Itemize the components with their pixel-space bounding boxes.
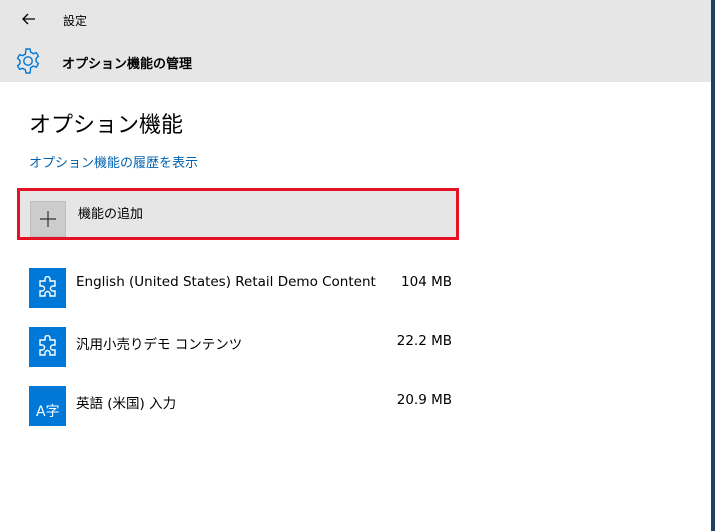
feature-history-link[interactable]: オプション機能の履歴を表示 <box>29 152 198 171</box>
page-header: オプション機能の管理 <box>0 40 711 82</box>
svg-text:A字: A字 <box>36 404 60 420</box>
feature-name: English (United States) Retail Demo Cont… <box>76 274 376 290</box>
add-feature-label: 機能の追加 <box>78 207 144 222</box>
puzzle-icon <box>29 268 66 308</box>
back-button[interactable] <box>18 8 40 30</box>
header-title: オプション機能の管理 <box>62 57 193 72</box>
feature-name: 汎用小売りデモ コンテンツ <box>76 337 243 353</box>
language-icon: A字 <box>29 386 66 426</box>
back-arrow-icon <box>22 13 35 25</box>
plus-icon <box>30 201 66 237</box>
feature-name: 英語 (米国) 入力 <box>76 396 177 412</box>
title-bar: 設定 <box>0 0 711 40</box>
gear-icon <box>16 48 40 74</box>
feature-size: 20.9 MB <box>396 392 452 408</box>
feature-item-english-input[interactable]: A字 英語 (米国) 入力 20.9 MB <box>29 386 459 426</box>
feature-item-retail-demo[interactable]: 汎用小売りデモ コンテンツ 22.2 MB <box>29 327 459 367</box>
app-title: 設定 <box>63 14 88 28</box>
settings-window: 設定 オプション機能の管理 オプション機能 オプション機能の履歴を表示 機能の追… <box>0 0 715 531</box>
add-feature-button[interactable]: 機能の追加 <box>17 188 459 240</box>
page-title: オプション機能 <box>29 113 184 138</box>
puzzle-icon <box>29 327 66 367</box>
feature-size: 22.2 MB <box>396 333 452 349</box>
feature-size: 104 MB <box>401 274 452 290</box>
feature-item-english-demo[interactable]: English (United States) Retail Demo Cont… <box>29 268 459 308</box>
